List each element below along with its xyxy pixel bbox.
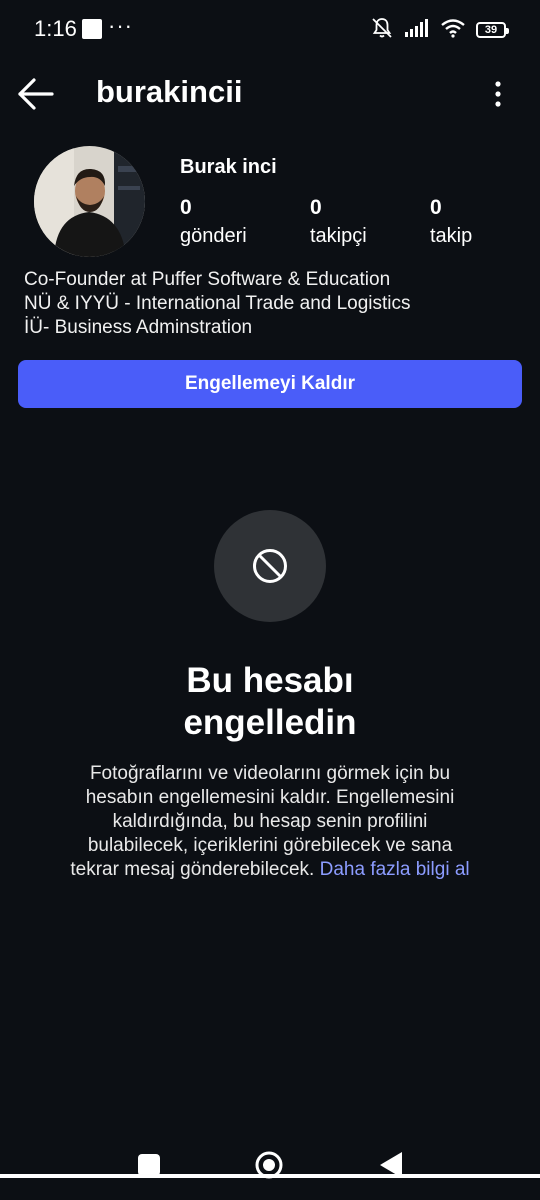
more-notifications-indicator: ··· (108, 13, 133, 38)
username-title: burakincii (96, 74, 243, 109)
battery-icon: 39 (476, 22, 509, 38)
recent-apps-button[interactable] (138, 1154, 160, 1176)
stat-value: 0 (180, 196, 192, 219)
blocked-icon (253, 549, 287, 583)
bio-line: NÜ & IYYÜ - International Trade and Logi… (24, 293, 411, 314)
profile-bio: Co-Founder at Puffer Software & Educatio… (24, 268, 524, 340)
unblock-button[interactable]: Engellemeyi Kaldır (18, 360, 522, 408)
wifi-icon (440, 18, 466, 43)
stat-value: 0 (310, 196, 322, 219)
stat-label: takip (430, 225, 473, 247)
blocked-description: Fotoğraflarını ve videolarını görmek içi… (70, 762, 470, 882)
more-options-button[interactable] (486, 80, 510, 108)
stat-value: 0 (430, 196, 442, 219)
status-time: 1:16 (34, 16, 77, 41)
avatar[interactable] (34, 146, 145, 257)
nav-divider (0, 1174, 540, 1178)
status-bar: 1:16 ··· 39 (0, 0, 540, 60)
blocked-title-line: Bu hesabı (186, 661, 354, 700)
display-name: Burak inci (180, 156, 277, 178)
bio-line: Co-Founder at Puffer Software & Educatio… (24, 269, 391, 290)
app-notification-icon (82, 19, 102, 39)
more-vertical-icon (495, 81, 501, 107)
profile-photo (34, 146, 145, 257)
back-arrow-icon (18, 78, 54, 110)
back-button[interactable] (14, 74, 58, 114)
signal-icon (404, 18, 430, 43)
status-icons: 39 (370, 16, 509, 45)
profile-header: burakincii (0, 60, 540, 128)
stat-label: gönderi (180, 225, 247, 247)
system-nav-bar (0, 1140, 540, 1200)
stat-label: takipçi (310, 225, 367, 247)
stat-followers[interactable]: 0 takipçi (310, 196, 367, 248)
notifications-muted-icon (370, 16, 394, 45)
stat-following[interactable]: 0 takip (430, 196, 472, 248)
blocked-title-line: engelledin (183, 703, 357, 742)
stat-posts[interactable]: 0 gönderi (180, 196, 247, 248)
blocked-title: Bu hesabı engelledin (40, 660, 500, 744)
learn-more-link[interactable]: Daha fazla bilgi al (320, 859, 470, 880)
bio-line: İÜ- Business Adminstration (24, 317, 253, 338)
blocked-icon-circle (214, 510, 326, 622)
